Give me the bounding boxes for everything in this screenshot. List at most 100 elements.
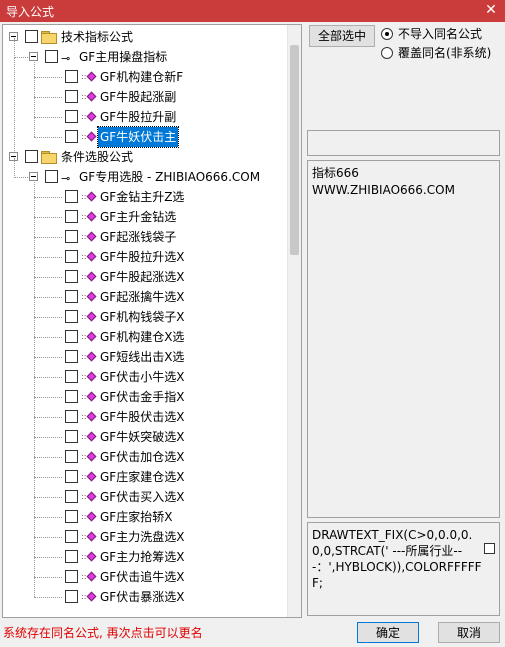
formula-checkbox[interactable] (65, 390, 78, 403)
formula-checkbox[interactable] (65, 190, 78, 203)
radio-overwrite-same-name[interactable]: 覆盖同名(非系统) (381, 44, 501, 62)
formula-checkbox[interactable] (65, 210, 78, 223)
tree-formula-row[interactable]: :: GF主力洗盘选X (3, 527, 287, 547)
formula-diamond (86, 551, 97, 562)
subgroup-label: GF主用操盘指标 (79, 50, 168, 64)
formula-checkbox[interactable] (65, 330, 78, 343)
tree-formula-row[interactable]: :: GF主力抢筹选X (3, 547, 287, 567)
formula-label: GF起涨钱袋子 (100, 230, 177, 244)
tree-formula-row[interactable]: :: GF伏击追牛选X (3, 567, 287, 587)
formula-label: GF起涨擒牛选X (100, 290, 185, 304)
formula-checkbox[interactable] (65, 570, 78, 583)
formula-checkbox[interactable] (65, 410, 78, 423)
formula-checkbox[interactable] (65, 250, 78, 263)
formula-checkbox[interactable] (65, 450, 78, 463)
collapse-icon[interactable] (29, 52, 38, 61)
formula-label: GF短线出击X选 (100, 350, 185, 364)
formula-checkbox[interactable] (65, 470, 78, 483)
tree-formula-row[interactable]: :: GF伏击买入选X (3, 487, 287, 507)
tree-line (34, 357, 62, 358)
formula-diamond (86, 351, 97, 362)
tree-line (34, 337, 62, 338)
tree-formula-row[interactable]: :: GF牛股起涨选X (3, 267, 287, 287)
tree-formula-row[interactable]: :: GF机构建仓新F (3, 67, 287, 87)
tree-formula-row[interactable]: :: GF伏击暴涨选X (3, 587, 287, 607)
tree-formula-row[interactable]: :: GF牛股伏击选X (3, 407, 287, 427)
tree-formula-row[interactable]: :: GF庄家抬轿X (3, 507, 287, 527)
formula-icon: :: (81, 270, 97, 284)
formula-diamond (86, 251, 97, 262)
folder-icon (41, 31, 57, 44)
cancel-button[interactable]: 取消 (438, 622, 500, 643)
formula-checkbox[interactable] (65, 110, 78, 123)
close-icon[interactable]: ✕ (483, 2, 499, 18)
tree-formula-row[interactable]: :: GF庄家建仓选X (3, 467, 287, 487)
formula-dots: :: (81, 312, 87, 321)
subgroup-checkbox[interactable] (45, 50, 58, 63)
radio-button[interactable] (381, 28, 393, 40)
formula-diamond (86, 471, 97, 482)
formula-icon: :: (81, 210, 97, 224)
tree-formula-row[interactable]: :: GF牛股起涨副 (3, 87, 287, 107)
formula-dots: :: (81, 412, 87, 421)
tree-formula-row[interactable]: :: GF机构钱袋子X (3, 307, 287, 327)
formula-checkbox[interactable] (65, 590, 78, 603)
formula-checkbox[interactable] (65, 90, 78, 103)
formula-tree[interactable]: 技术指标公式 ⊸ GF主用操盘指标:: GF机构建仓新F:: GF牛股起涨副:: GF牛股… (2, 24, 302, 618)
radio-button[interactable] (381, 47, 393, 59)
collapse-icon[interactable] (29, 172, 38, 181)
tree-formula-row[interactable]: :: GF伏击小牛选X (3, 367, 287, 387)
subgroup-checkbox[interactable] (45, 170, 58, 183)
group-checkbox[interactable] (25, 150, 38, 163)
tree-formula-row[interactable]: :: GF牛妖伏击主 (3, 126, 287, 148)
tree-formula-row[interactable]: :: GF起涨擒牛选X (3, 287, 287, 307)
formula-label: GF机构建仓X选 (100, 330, 185, 344)
tree-line (34, 257, 62, 258)
scrollbar-thumb[interactable] (290, 45, 299, 255)
formula-checkbox[interactable] (65, 130, 78, 143)
tree-subgroup-row[interactable]: ⊸ GF主用操盘指标 (3, 47, 287, 67)
formula-checkbox[interactable] (65, 370, 78, 383)
formula-icon: :: (81, 590, 97, 604)
ok-button[interactable]: 确定 (357, 622, 419, 643)
formula-icon: :: (81, 430, 97, 444)
formula-checkbox[interactable] (65, 490, 78, 503)
select-all-button[interactable]: 全部选中 (309, 25, 375, 47)
formula-label: GF伏击加仓选X (100, 450, 185, 464)
formula-diamond (86, 531, 97, 542)
tree-formula-row[interactable]: :: GF主升金钻选 (3, 207, 287, 227)
tree-formula-row[interactable]: :: GF牛股拉升选X (3, 247, 287, 267)
formula-checkbox[interactable] (65, 230, 78, 243)
formula-dots: :: (81, 272, 87, 281)
formula-checkbox[interactable] (65, 530, 78, 543)
vertical-scrollbar[interactable] (287, 25, 301, 617)
code-checkbox[interactable] (484, 543, 495, 554)
tree-formula-row[interactable]: :: GF起涨钱袋子 (3, 227, 287, 247)
radio-skip-same-name[interactable]: 不导入同名公式 (381, 25, 501, 43)
formula-checkbox[interactable] (65, 510, 78, 523)
formula-checkbox[interactable] (65, 310, 78, 323)
formula-checkbox[interactable] (65, 70, 78, 83)
tree-group-row[interactable]: 条件选股公式 (3, 147, 287, 167)
formula-checkbox[interactable] (65, 270, 78, 283)
formula-code-box[interactable]: DRAWTEXT_FIX(C>0,0.0,0.0,0,STRCAT(' ---所… (307, 522, 500, 616)
tree-formula-row[interactable]: :: GF机构建仓X选 (3, 327, 287, 347)
formula-code-text: DRAWTEXT_FIX(C>0,0.0,0.0,0,STRCAT(' ---所… (312, 528, 482, 590)
tree-formula-row[interactable]: :: GF伏击加仓选X (3, 447, 287, 467)
tree-formula-row[interactable]: :: GF伏击金手指X (3, 387, 287, 407)
description-line-2: WWW.ZHIBIAO666.COM (312, 183, 455, 197)
tree-formula-row[interactable]: :: GF牛股拉升副 (3, 107, 287, 127)
formula-checkbox[interactable] (65, 350, 78, 363)
formula-checkbox[interactable] (65, 430, 78, 443)
formula-checkbox[interactable] (65, 550, 78, 563)
formula-checkbox[interactable] (65, 290, 78, 303)
tree-formula-row[interactable]: :: GF金钻主升Z选 (3, 187, 287, 207)
formula-diamond (86, 331, 97, 342)
tree-formula-row[interactable]: :: GF牛妖突破选X (3, 427, 287, 447)
tree-subgroup-row[interactable]: ⊸ GF专用选股 - ZHIBIAO666.COM (3, 167, 287, 187)
tree-group-row[interactable]: 技术指标公式 (3, 27, 287, 47)
formula-label: GF庄家抬轿X (100, 510, 173, 524)
subgroup-label: GF专用选股 - ZHIBIAO666.COM (79, 170, 261, 184)
tree-formula-row[interactable]: :: GF短线出击X选 (3, 347, 287, 367)
group-checkbox[interactable] (25, 30, 38, 43)
